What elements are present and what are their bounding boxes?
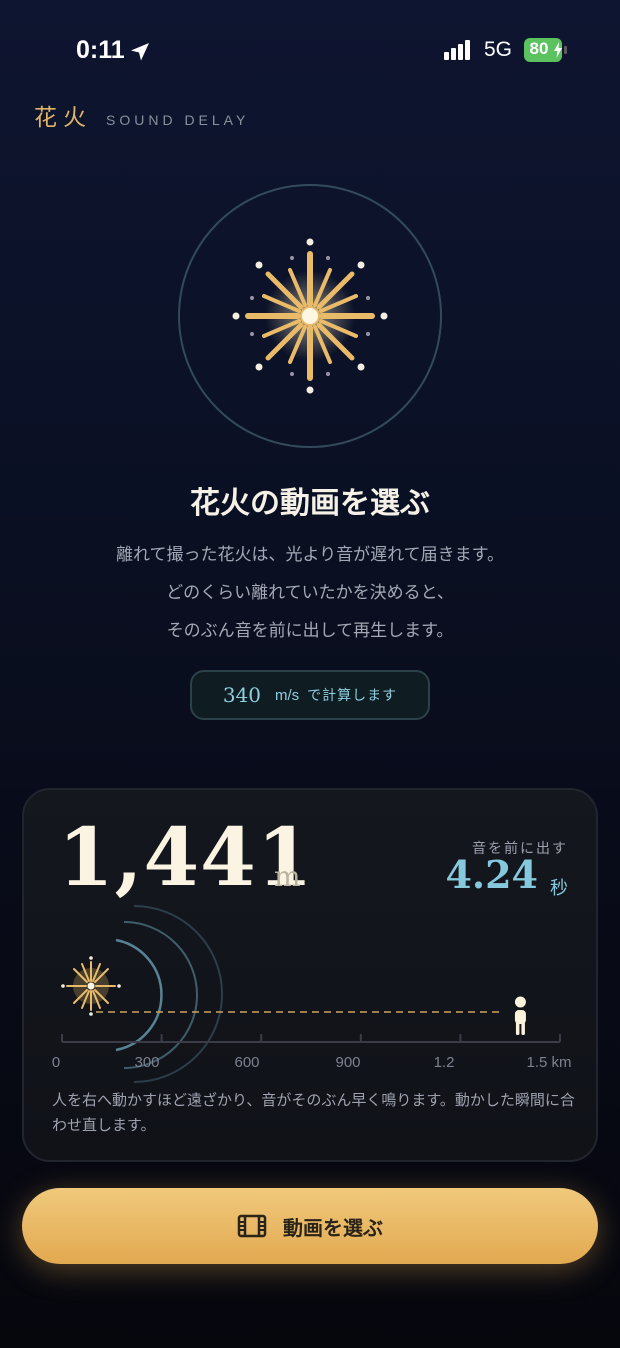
description-line: どのくらい離れていたかを決めると、 [166, 583, 454, 603]
app-brand: 花火 SOUND DELAY [34, 98, 250, 131]
distance-slider[interactable] [24, 900, 600, 1090]
slider-help-text: 人を右へ動かすほど遠ざかり、音がそのぶん早く鳴ります。動かした瞬間に合わせ直しま… [52, 1091, 575, 1134]
firework-icon [232, 238, 388, 394]
scale-tick-label: 1.2 [433, 1054, 455, 1071]
scale-tick-label: 1.5 km [526, 1054, 572, 1071]
distance-card: 1,441 m 音を前に出す 4.24 秒 0 300 600 900 1.2 … [22, 788, 598, 1162]
scale-tick-label: 300 [134, 1054, 160, 1071]
small-firework-icon [61, 956, 121, 1016]
scale-tick-label: 900 [335, 1054, 361, 1071]
brand-logo-text: 花火 [34, 105, 92, 131]
delay-unit: 秒 [550, 878, 568, 899]
network-type: 5G [484, 38, 513, 61]
description-line: そのぶん音を前に出して再生します。 [166, 621, 454, 641]
sound-speed-button[interactable]: 340 m/s で計算します [190, 670, 430, 720]
sound-speed-unit: m/s [275, 686, 300, 704]
sound-wave-icon [115, 905, 223, 1083]
page-title: 花火の動画を選ぶ [190, 486, 430, 521]
sound-speed-suffix: で計算します [307, 688, 398, 704]
sound-speed-value: 340 [222, 683, 261, 707]
status-time: 0:11 [76, 36, 125, 64]
location-arrow-icon [131, 43, 149, 61]
battery-level: 80 [529, 39, 549, 58]
delay-value: 4.24 [445, 852, 538, 897]
film-icon [237, 1214, 267, 1238]
choose-video-label: 動画を選ぶ [283, 1215, 383, 1240]
person-handle-icon [498, 990, 543, 1035]
choose-video-button[interactable]: 動画を選ぶ [22, 1188, 598, 1264]
charging-bolt-icon [554, 42, 562, 58]
scale-tick-label: 0 [51, 1054, 61, 1071]
description-line: 離れて撮った花火は、光より音が遅れて届きます。 [116, 545, 504, 565]
battery-indicator: 80 [524, 38, 568, 62]
signal-icon [444, 40, 470, 60]
distance-unit: m [274, 860, 301, 893]
brand-subtitle: SOUND DELAY [106, 112, 250, 128]
status-bar: 0:11 5G 80 [0, 0, 620, 100]
scale-tick-label: 600 [234, 1054, 260, 1071]
